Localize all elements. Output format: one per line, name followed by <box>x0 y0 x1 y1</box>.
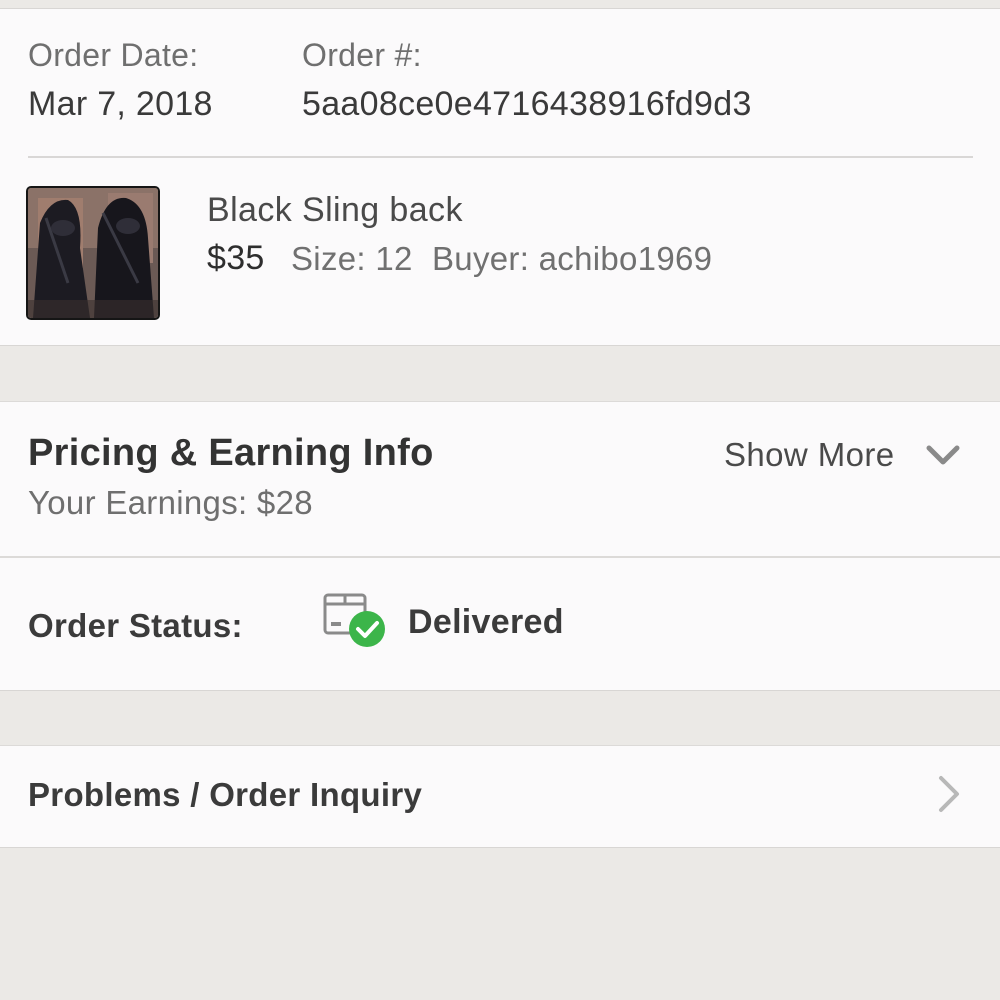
order-date-label: Order Date: <box>28 37 199 73</box>
show-more-button[interactable]: Show More <box>724 436 974 480</box>
order-status-label: Order Status: <box>28 607 243 644</box>
pricing-status-card: Pricing & Earning Info Your Earnings: $2… <box>0 401 1000 691</box>
order-number-value: 5aa08ce0e4716438916fd9d3 <box>302 85 752 123</box>
item-thumbnail[interactable] <box>26 186 160 320</box>
order-summary-card: Order Date: Mar 7, 2018 Order #: 5aa08ce… <box>0 8 1000 346</box>
top-edge <box>0 0 1000 8</box>
chevron-down-icon <box>925 442 961 473</box>
status-divider <box>0 556 1000 558</box>
item-title[interactable]: Black Sling back <box>207 191 463 230</box>
order-date-value: Mar 7, 2018 <box>28 85 213 123</box>
item-price: $35 <box>207 239 265 277</box>
chevron-right-icon <box>934 774 964 819</box>
item-size: Size: 12 <box>291 240 413 277</box>
item-buyer: Buyer: achibo1969 <box>432 240 713 277</box>
order-number-label: Order #: <box>302 37 422 73</box>
problems-label: Problems / Order Inquiry <box>28 776 423 813</box>
pricing-title: Pricing & Earning Info <box>28 432 434 474</box>
earnings-text: Your Earnings: $28 <box>28 484 313 521</box>
order-status-value: Delivered <box>408 603 564 641</box>
shoe-photo <box>28 188 158 318</box>
show-more-label: Show More <box>724 436 895 473</box>
order-divider <box>28 156 973 158</box>
package-delivered-icon <box>322 592 388 655</box>
problems-inquiry-row[interactable]: Problems / Order Inquiry <box>0 745 1000 848</box>
